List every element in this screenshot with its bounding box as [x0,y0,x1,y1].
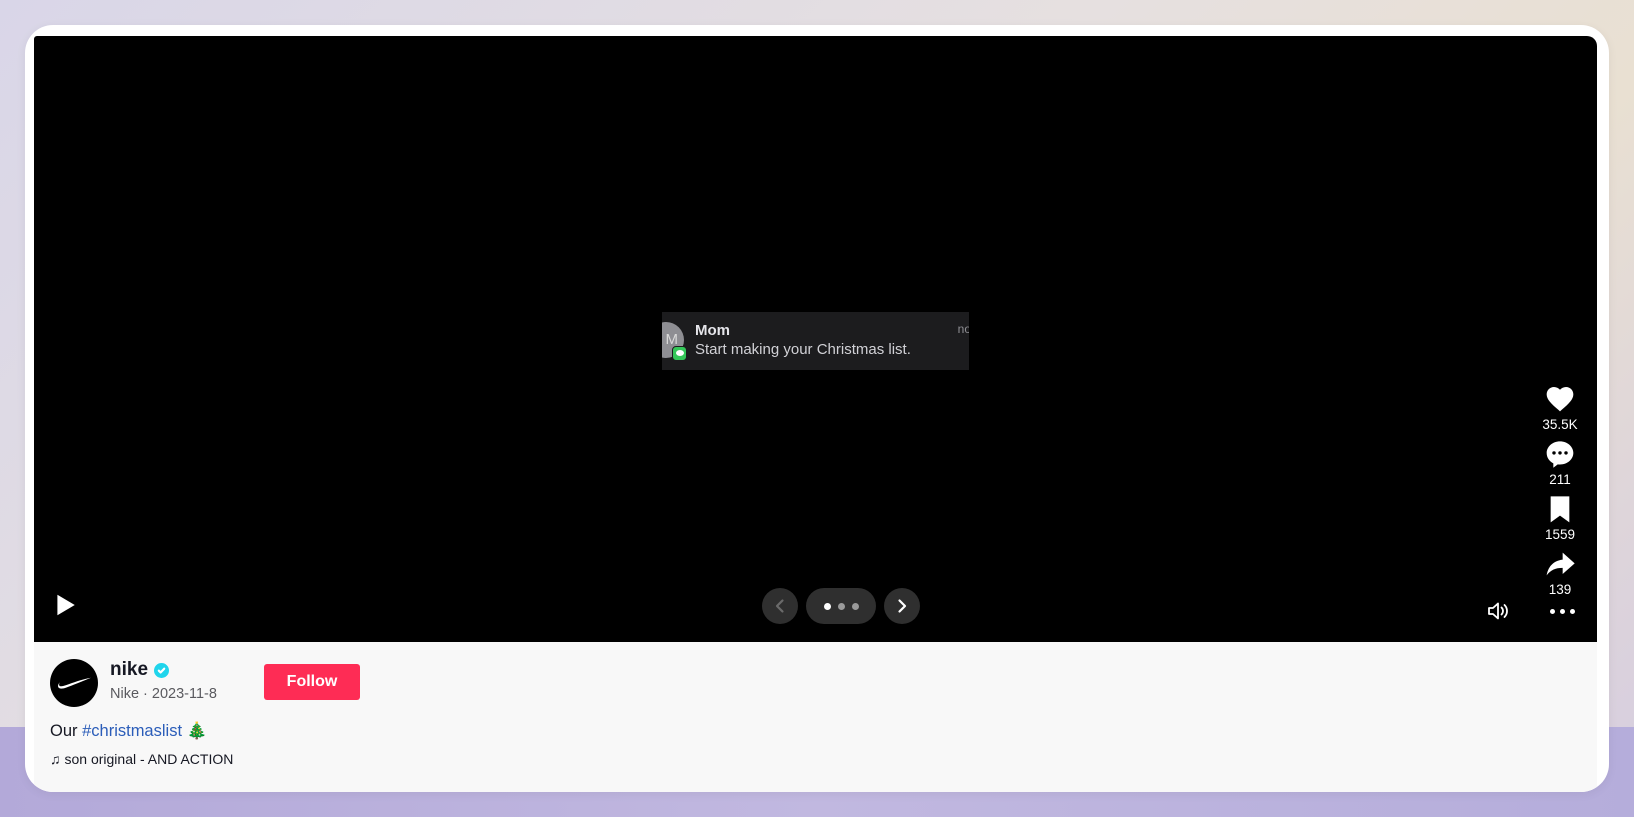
more-dot [1549,608,1555,614]
video-frame-notification: M Mom Start making your Christmas list. … [662,312,969,370]
notification-message: Start making your Christmas list. [695,341,911,358]
music-note-icon: ♫ [50,751,61,767]
post-caption: Our #christmaslist 🎄 [50,722,207,741]
messages-app-icon [672,346,687,361]
share-count: 139 [1548,582,1572,597]
slide-indicator [806,588,876,624]
previous-slide-button[interactable] [762,588,798,624]
save-button[interactable]: 1559 [1544,493,1576,542]
post-info: nike Nike · 2023-11-8 Follow Our #christ… [34,642,1597,792]
comment-button[interactable]: 211 [1544,438,1576,487]
play-button[interactable] [52,592,78,618]
play-icon [57,594,75,616]
slide-dot-2[interactable] [837,602,845,610]
bookmark-icon [1550,496,1570,523]
nike-swoosh-logo [58,677,91,689]
christmas-tree-emoji: 🎄 [186,722,208,740]
more-dot [1569,608,1575,614]
hashtag-link[interactable]: #christmaslist [82,722,182,740]
notification-sender: Mom [695,322,730,339]
slide-dot-1[interactable] [823,602,831,610]
chevron-left-icon [775,599,784,613]
volume-button[interactable] [1486,599,1510,623]
chevron-right-icon [898,599,907,613]
music-link[interactable]: ♫ son original - AND ACTION [50,751,233,767]
notification-time: no [957,322,969,336]
slide-navigation [762,588,920,624]
video-player[interactable]: M Mom Start making your Christmas list. … [34,36,1597,642]
caption-text: Our [50,722,83,740]
comment-icon [1546,441,1574,468]
save-count: 1559 [1544,527,1576,542]
post-card: M Mom Start making your Christmas list. … [25,25,1609,792]
like-button[interactable]: 35.5K [1542,383,1578,432]
author-username[interactable]: nike [110,659,170,681]
comment-count: 211 [1549,472,1571,487]
slide-dot-3[interactable] [851,602,859,610]
volume-icon [1488,602,1508,620]
username-text: nike [110,659,149,680]
heart-icon [1546,387,1574,412]
author-meta: Nike · 2023-11-8 [110,686,217,702]
more-dot [1559,608,1565,614]
share-button[interactable]: 139 [1544,548,1576,597]
next-slide-button[interactable] [884,588,920,624]
like-count: 35.5K [1542,417,1578,432]
more-options-button[interactable] [1546,599,1578,623]
verified-badge-icon [154,662,170,678]
author-avatar[interactable] [50,659,98,707]
follow-button[interactable]: Follow [264,664,360,700]
side-actions: 35.5K 211 1559 139 [1535,383,1585,603]
music-title: son original - AND ACTION [64,751,234,767]
share-icon [1546,552,1575,576]
